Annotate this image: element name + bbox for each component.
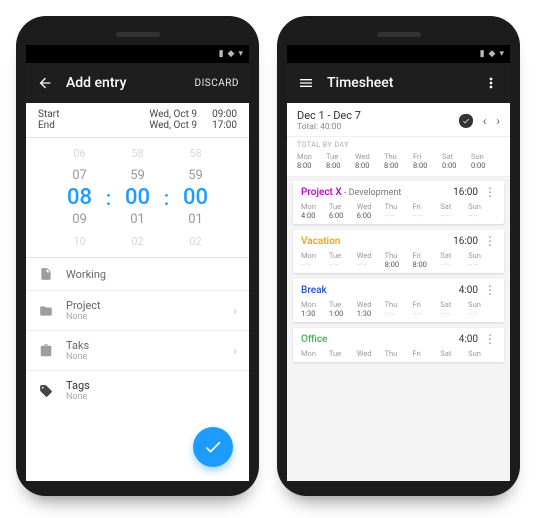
- project-label: Project: [66, 299, 221, 312]
- appbar: Timesheet: [287, 63, 510, 103]
- start-time: 09:00: [197, 109, 237, 120]
- card-name: Project X - Development: [301, 187, 453, 198]
- day-total: Mon8:00: [297, 152, 326, 170]
- row-working[interactable]: Working: [26, 258, 249, 291]
- status-bar: ▮ ◆ ▾: [287, 45, 510, 63]
- signal-icon: ▮: [480, 49, 485, 59]
- battery-icon: ▾: [499, 49, 504, 59]
- time-range[interactable]: Start Wed, Oct 9 09:00 End Wed, Oct 9 17…: [26, 103, 249, 138]
- day-total: Thu8:00: [384, 152, 413, 170]
- card-overflow-icon[interactable]: ⋮: [484, 289, 496, 293]
- card-name: Vacation: [301, 236, 453, 247]
- day-total: Fri8:00: [413, 152, 442, 170]
- appbar-title: Timesheet: [327, 75, 470, 91]
- clipboard-icon: [38, 343, 54, 359]
- note-icon: [38, 266, 54, 282]
- row-task[interactable]: Taks None ›: [26, 331, 249, 371]
- task-value: None: [66, 352, 221, 362]
- day-total: Wed8:00: [355, 152, 384, 170]
- end-date: Wed, Oct 9: [129, 120, 197, 131]
- picker-sep: :: [159, 186, 175, 210]
- start-date: Wed, Oct 9: [129, 109, 197, 120]
- card-total: 4:00: [459, 285, 478, 296]
- timesheet-card[interactable]: Vacation16:00⋮Mon--:--Tue--:--Wed--:--Th…: [293, 230, 504, 273]
- screen-timesheet: ▮ ◆ ▾ Timesheet Dec 1 - Dec 7 Total: 40:…: [287, 45, 510, 481]
- card-total: 16:00: [453, 236, 478, 247]
- tag-icon: [38, 383, 54, 399]
- tags-label: Tags: [66, 379, 237, 392]
- time-picker[interactable]: 06 07 08 09 10 : 58 59 00 01 02 : 58 5: [26, 138, 249, 258]
- card-total: 16:00: [453, 187, 478, 198]
- day-total: Tue8:00: [326, 152, 355, 170]
- chevron-right-icon: ›: [233, 344, 237, 358]
- wifi-icon: ◆: [228, 49, 235, 59]
- phone-speaker: [377, 32, 421, 37]
- day-total: Sun0:00: [471, 152, 500, 170]
- discard-button[interactable]: DISCARD: [195, 78, 239, 89]
- card-overflow-icon[interactable]: ⋮: [484, 191, 496, 195]
- week-total: Total: 40:00: [297, 122, 459, 132]
- verified-badge[interactable]: [459, 114, 473, 128]
- prev-week[interactable]: ‹: [483, 114, 487, 128]
- timesheet-cards[interactable]: Project X - Development16:00⋮Mon4:00Tue6…: [287, 177, 510, 481]
- menu-icon[interactable]: [297, 74, 315, 92]
- start-label: Start: [38, 109, 129, 120]
- picker-sep: :: [101, 186, 117, 210]
- week-header: Dec 1 - Dec 7 Total: 40:00 ‹ ›: [287, 103, 510, 137]
- phone-speaker: [116, 32, 160, 37]
- signal-icon: ▮: [219, 49, 224, 59]
- picker-minutes[interactable]: 58 59 00 01 02: [117, 143, 159, 253]
- tbd-label: TOTAL BY DAY: [297, 141, 500, 149]
- battery-icon: ▾: [238, 49, 243, 59]
- next-week[interactable]: ›: [496, 114, 500, 128]
- project-value: None: [66, 312, 221, 322]
- tags-value: None: [66, 392, 237, 402]
- day-total: Sat0:00: [442, 152, 471, 170]
- timesheet-card[interactable]: Break4:00⋮Mon1:30Tue1:00Wed1:30Thu--:--F…: [293, 279, 504, 322]
- total-by-day: TOTAL BY DAY Mon8:00Tue8:00Wed8:00Thu8:0…: [287, 137, 510, 177]
- row-project[interactable]: Project None ›: [26, 291, 249, 331]
- timesheet-card[interactable]: Office4:00⋮MonTueWedThuFriSatSun: [293, 328, 504, 362]
- wifi-icon: ◆: [489, 49, 496, 59]
- back-icon[interactable]: [36, 74, 54, 92]
- picker-seconds[interactable]: 58 59 00 01 02: [175, 143, 217, 253]
- working-label: Working: [66, 268, 237, 281]
- appbar-title: Add entry: [66, 75, 183, 91]
- screen-add-entry: ▮ ◆ ▾ Add entry DISCARD Start Wed, Oct 9…: [26, 45, 249, 481]
- fab-confirm[interactable]: [193, 427, 233, 467]
- phone-add-entry: ▮ ◆ ▾ Add entry DISCARD Start Wed, Oct 9…: [16, 16, 259, 496]
- folder-icon: [38, 303, 54, 319]
- card-overflow-icon[interactable]: ⋮: [484, 240, 496, 244]
- appbar: Add entry DISCARD: [26, 63, 249, 103]
- picker-hours[interactable]: 06 07 08 09 10: [59, 143, 101, 253]
- date-range: Dec 1 - Dec 7: [297, 109, 459, 122]
- end-label: End: [38, 120, 129, 131]
- card-overflow-icon[interactable]: ⋮: [484, 338, 496, 342]
- overflow-icon[interactable]: [482, 74, 500, 92]
- task-label: Taks: [66, 339, 221, 352]
- row-tags[interactable]: Tags None: [26, 371, 249, 410]
- card-name: Office: [301, 334, 459, 345]
- status-bar: ▮ ◆ ▾: [26, 45, 249, 63]
- card-total: 4:00: [459, 334, 478, 345]
- timesheet-card[interactable]: Project X - Development16:00⋮Mon4:00Tue6…: [293, 181, 504, 224]
- phone-timesheet: ▮ ◆ ▾ Timesheet Dec 1 - Dec 7 Total: 40:…: [277, 16, 520, 496]
- chevron-right-icon: ›: [233, 304, 237, 318]
- end-time: 17:00: [197, 120, 237, 131]
- card-name: Break: [301, 285, 459, 296]
